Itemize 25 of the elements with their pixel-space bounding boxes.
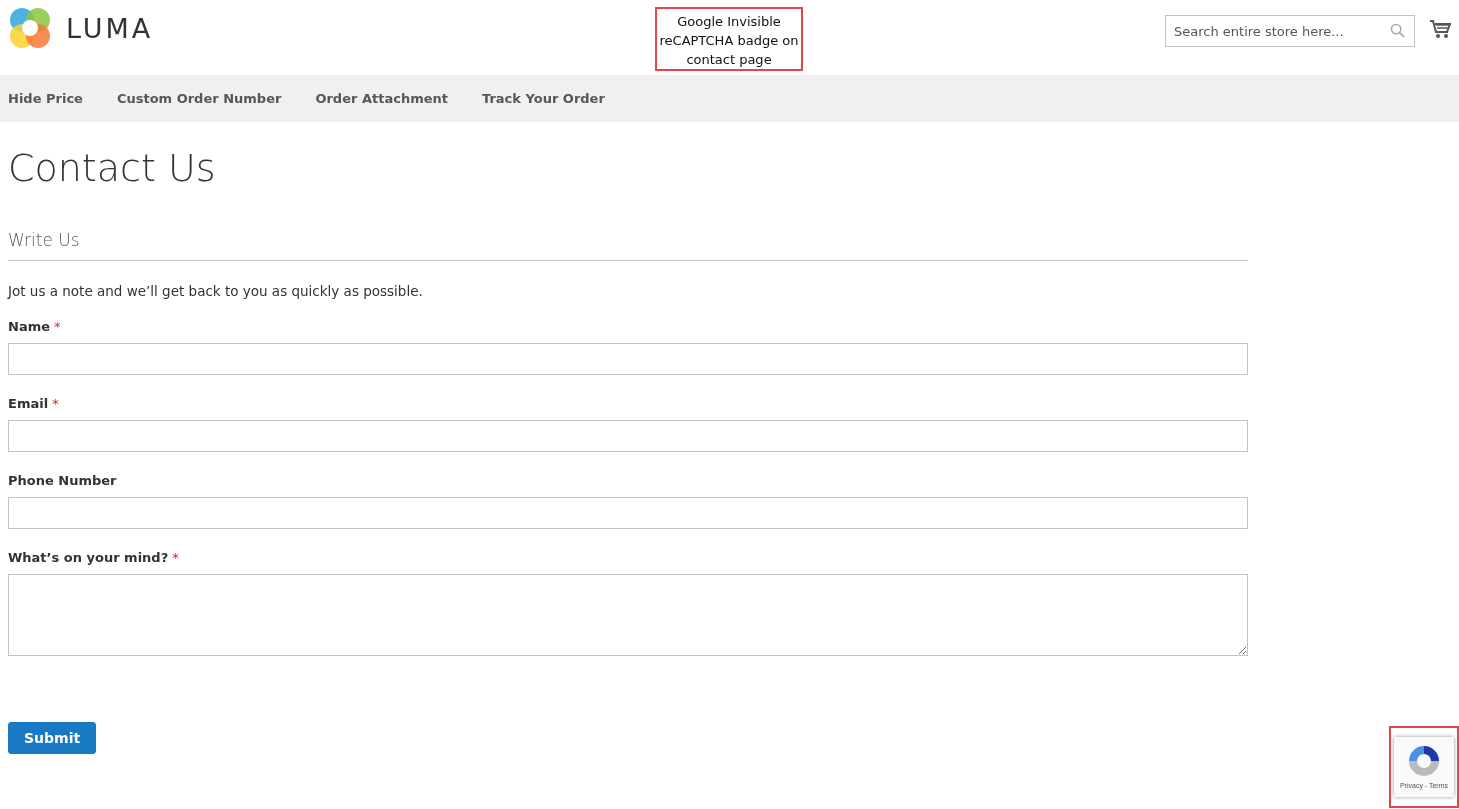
required-mark: * [172,550,179,565]
search-field[interactable]: Search entire store here... [1165,15,1415,47]
intro-text: Jot us a note and we’ll get back to you as quickly as possible. [8,283,424,299]
field-label: What’s on your mind? [8,550,169,565]
required-mark: * [54,319,61,334]
logo-text: LUMA [66,12,154,44]
text-field[interactable] [8,420,1248,452]
section-heading: Write Us [8,230,1248,261]
field-label: Phone Number [8,473,117,488]
logo-icon [8,6,52,50]
search-icon[interactable] [1390,23,1405,38]
annotation-callout: Google Invisible reCAPTCHA badge on contact page [655,7,803,71]
field-label: Email [8,396,49,411]
page-title: Contact Us [8,146,217,190]
text-field[interactable] [8,343,1248,375]
cart-icon[interactable] [1429,18,1451,40]
submit-button[interactable]: Submit [8,722,97,754]
textarea-field[interactable] [8,574,1248,656]
text-field[interactable] [8,497,1248,529]
nav-link[interactable]: Track Your Order [482,91,605,106]
nav-link[interactable]: Custom Order Number [116,91,282,106]
required-mark: * [52,396,59,411]
nav-link[interactable]: Order Attachment [315,91,448,106]
nav-link[interactable]: Hide Price [8,91,83,106]
field-label: Name [8,319,50,334]
